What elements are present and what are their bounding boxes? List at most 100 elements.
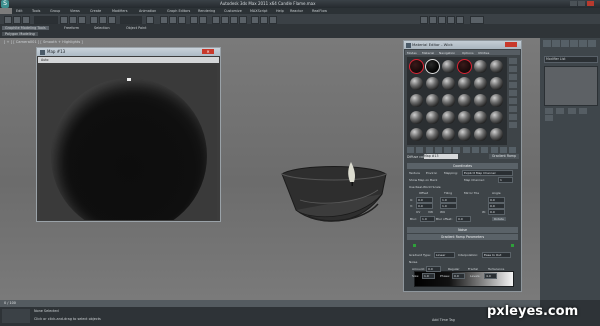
vw-radio[interactable]: VW <box>428 210 433 214</box>
auto-update-toggle[interactable]: Auto <box>41 58 48 62</box>
snap-icon[interactable] <box>160 16 168 24</box>
add-time-tag-button[interactable]: Add Time Tag <box>432 318 455 322</box>
assign-material-icon[interactable] <box>425 147 433 153</box>
blur-spinner[interactable]: 1.0 <box>420 216 435 222</box>
sample-slot[interactable] <box>458 94 471 107</box>
undo-icon[interactable] <box>4 16 12 24</box>
sample-slot[interactable] <box>474 111 487 124</box>
sample-slot[interactable] <box>409 59 424 74</box>
tab-freeform[interactable]: Freeform <box>64 26 79 30</box>
menu-item[interactable]: RealFlow <box>312 9 327 13</box>
select-icon[interactable] <box>60 16 68 24</box>
sample-slot[interactable] <box>410 111 423 124</box>
align-icon[interactable] <box>199 16 207 24</box>
viewport-label[interactable]: [ + ] [ Camera001 ] [ Smooth + Highlight… <box>4 40 83 44</box>
tab-selection[interactable]: Selection <box>94 26 110 30</box>
show-end-result-icon[interactable] <box>556 108 565 114</box>
map-name-field[interactable]: Map #13 <box>424 154 458 159</box>
time-slider[interactable] <box>0 300 540 307</box>
candle-bowl-object[interactable] <box>278 160 390 230</box>
put-to-library-icon[interactable] <box>462 147 470 153</box>
minimize-icon[interactable] <box>570 1 577 6</box>
angle-w-spinner[interactable]: 0.0 <box>488 209 505 215</box>
sample-slot[interactable] <box>426 128 439 141</box>
menu-item[interactable]: Views <box>70 9 80 13</box>
texture-radio[interactable]: Texture <box>409 171 420 175</box>
sample-slot[interactable] <box>425 59 440 74</box>
interpolation-dropdown[interactable]: Ease In Out <box>482 252 511 258</box>
maxscript-listener[interactable] <box>2 309 30 323</box>
show-map-icon[interactable] <box>481 147 489 153</box>
sample-slot[interactable] <box>458 128 471 141</box>
sample-slot[interactable] <box>458 111 471 124</box>
ribbon-panel-label[interactable]: Polygon Modeling <box>2 32 38 36</box>
make-unique-icon[interactable] <box>567 108 576 114</box>
sample-slot[interactable] <box>474 77 487 90</box>
remove-modifier-icon[interactable] <box>578 108 587 114</box>
navigator-icon[interactable] <box>509 122 517 128</box>
uv-radio[interactable]: UV <box>416 210 420 214</box>
flag-marker-icon[interactable] <box>413 244 416 247</box>
menu-item[interactable]: Utilities <box>478 51 489 55</box>
sample-slot[interactable] <box>458 77 471 90</box>
menu-item[interactable]: Group <box>50 9 60 13</box>
close-icon[interactable] <box>586 1 594 6</box>
gradient-type-dropdown[interactable]: Linear <box>434 252 455 258</box>
next-frame-icon[interactable] <box>447 16 455 24</box>
sample-slot[interactable] <box>490 94 503 107</box>
move-icon[interactable] <box>90 16 98 24</box>
turbulence-radio[interactable]: Turbulence <box>488 267 504 271</box>
map-type-button[interactable]: Gradient Ramp <box>489 154 519 159</box>
scale-icon[interactable] <box>108 16 116 24</box>
show-end-result-icon[interactable] <box>490 147 498 153</box>
menu-item[interactable]: Customize <box>224 9 242 13</box>
tiling-v-spinner[interactable]: 1.0 <box>440 203 457 209</box>
prev-frame-icon[interactable] <box>429 16 437 24</box>
end-frame-icon[interactable] <box>456 16 464 24</box>
frame-spinner[interactable] <box>470 16 484 24</box>
menu-item[interactable]: Modifiers <box>112 9 127 13</box>
offset-v-spinner[interactable]: 0.0 <box>416 203 433 209</box>
pin-stack-icon[interactable] <box>545 108 553 114</box>
menu-item[interactable]: Navigation <box>439 51 455 55</box>
map-channel-spinner[interactable]: 1 <box>498 177 513 183</box>
sample-slot[interactable] <box>474 60 487 73</box>
backlight-icon[interactable] <box>509 66 517 72</box>
utilities-tab-icon[interactable] <box>588 40 596 47</box>
selection-filter-dropdown[interactable] <box>34 16 58 24</box>
put-to-scene-icon[interactable] <box>416 147 424 153</box>
sample-slot[interactable] <box>410 77 423 90</box>
configure-sets-icon[interactable] <box>545 115 553 121</box>
menu-item[interactable]: Graph Editors <box>167 9 190 13</box>
key-mode-icon[interactable] <box>420 16 428 24</box>
map-preview-window[interactable]: Map #13 ✕ Auto <box>36 47 221 222</box>
maximize-icon[interactable] <box>578 1 586 6</box>
render-icon[interactable] <box>269 16 277 24</box>
play-icon[interactable] <box>438 16 446 24</box>
sample-slot[interactable] <box>442 111 455 124</box>
menu-item[interactable]: MAXScript <box>250 9 267 13</box>
gradient-ramp-rollout[interactable]: Gradient Ramp Parameters <box>407 234 518 240</box>
regular-radio[interactable]: Regular <box>448 267 460 271</box>
motion-tab-icon[interactable] <box>570 40 578 47</box>
material-editor-icon[interactable] <box>239 16 247 24</box>
sample-slot[interactable] <box>474 128 487 141</box>
rect-select-icon[interactable] <box>78 16 86 24</box>
material-editor-window[interactable]: Material Editor - Wick Modes Material Na… <box>403 40 522 292</box>
menu-item[interactable]: Animation <box>139 9 156 13</box>
coordinates-rollout[interactable]: Coordinates <box>407 163 518 169</box>
sample-slot[interactable] <box>442 77 455 90</box>
reference-coord-dropdown[interactable] <box>120 16 142 24</box>
wu-radio[interactable]: WU <box>440 210 445 214</box>
redo-icon[interactable] <box>13 16 21 24</box>
sample-slot[interactable] <box>442 128 455 141</box>
sample-type-icon[interactable] <box>509 58 517 64</box>
menu-item[interactable]: Rendering <box>198 9 215 13</box>
options-icon[interactable] <box>509 106 517 112</box>
go-to-parent-icon[interactable] <box>499 147 507 153</box>
sample-slot[interactable] <box>426 94 439 107</box>
video-check-icon[interactable] <box>509 90 517 96</box>
sample-slot[interactable] <box>490 111 503 124</box>
sample-slot[interactable] <box>474 94 487 107</box>
make-preview-icon[interactable] <box>509 98 517 104</box>
